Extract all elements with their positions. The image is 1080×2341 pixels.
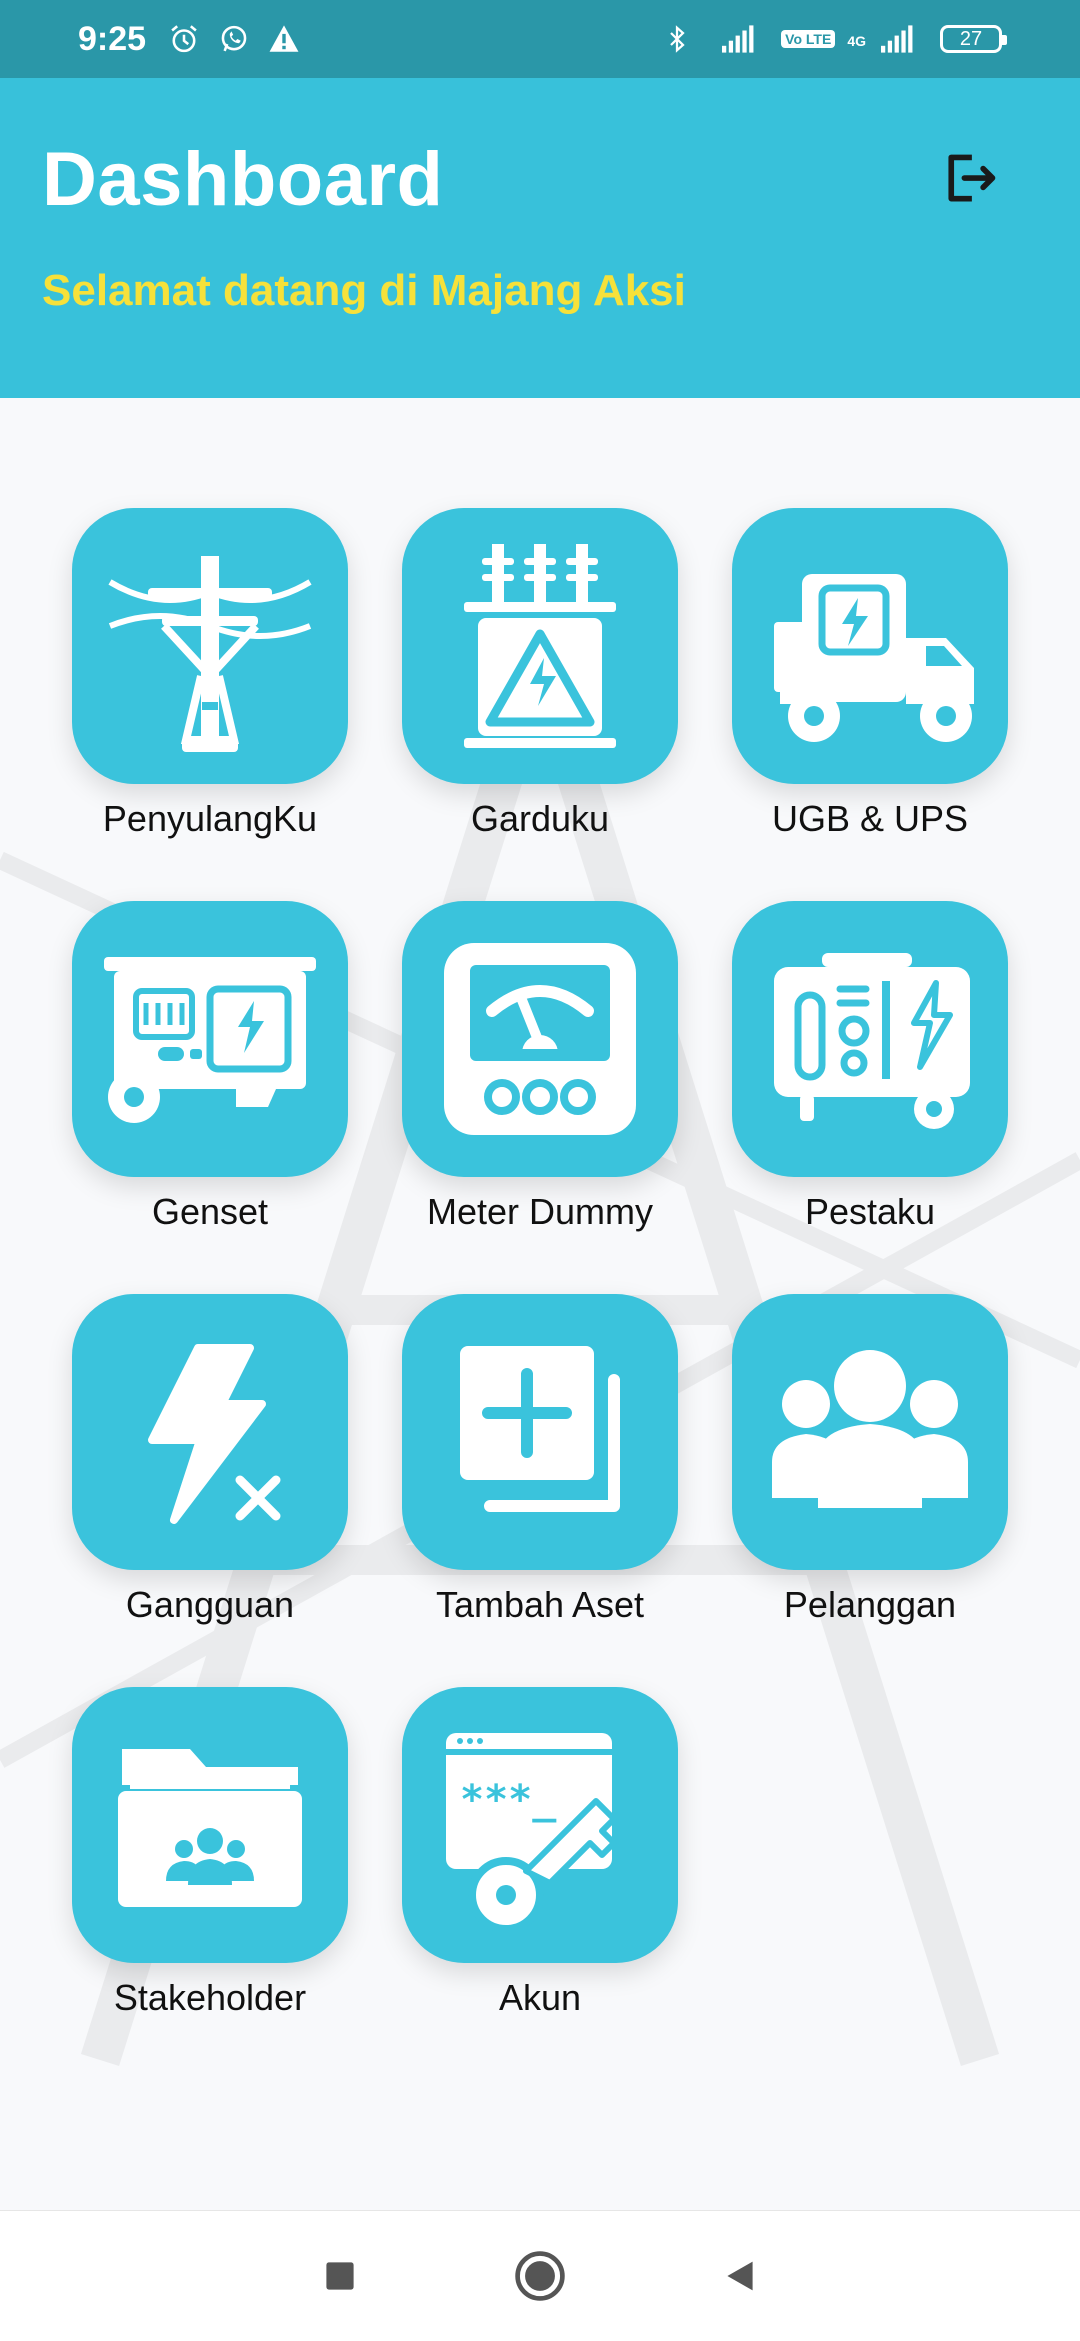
home-circle-icon (515, 2251, 565, 2301)
menu-item-label: Pestaku (804, 1191, 936, 1232)
alarm-icon (164, 19, 204, 59)
battery-indicator: 27 (940, 25, 1007, 53)
menu-item-label: Tambah Aset (435, 1584, 645, 1625)
svg-text:***_: ***_ (460, 1777, 557, 1823)
volte-badge: Vo LTE (781, 30, 836, 48)
menu-item-penyulangku[interactable]: PenyulangKu (72, 508, 348, 901)
menu-item-ugb-ups[interactable]: UGB & UPS (732, 508, 1008, 901)
battery-level: 27 (959, 27, 983, 50)
welcome-subtitle: Selamat datang di Majang Aksi (42, 266, 686, 315)
transformer-icon (464, 544, 616, 748)
signal-icon (719, 19, 759, 59)
menu-grid: PenyulangKu Garduku UGB & UPS Genset Met… (72, 508, 1008, 2080)
menu-item-pestaku[interactable]: Pestaku (732, 901, 1008, 1294)
power-pole-icon (108, 556, 312, 752)
menu-item-label: PenyulangKu (102, 798, 318, 839)
logout-button[interactable] (938, 146, 1002, 210)
bluetooth-icon (657, 19, 697, 59)
warning-icon (264, 19, 304, 59)
signal-icon (878, 19, 918, 59)
menu-item-garduku[interactable]: Garduku (402, 508, 678, 901)
power-outage-icon (148, 1344, 281, 1524)
menu-item-label: Pelanggan (783, 1584, 957, 1625)
status-time: 9:25 (78, 19, 147, 58)
mobile-generator-icon (774, 953, 970, 1129)
menu-item-meter-dummy[interactable]: Meter Dummy (402, 901, 678, 1294)
add-asset-icon (460, 1346, 620, 1512)
system-nav-bar (0, 2210, 1080, 2341)
back-triangle-icon (727, 2261, 753, 2291)
menu-item-gangguan[interactable]: Gangguan (72, 1294, 348, 1687)
status-bar: 9:25 Vo LTE 4G 27 (0, 0, 1080, 78)
menu-item-pelanggan[interactable]: Pelanggan (732, 1294, 1008, 1687)
menu-item-label: Genset (151, 1191, 269, 1232)
whatsapp-icon (214, 19, 254, 59)
back-button[interactable] (710, 2246, 770, 2306)
menu-item-label: UGB & UPS (771, 798, 969, 839)
menu-item-akun[interactable]: ***_ Akun (402, 1687, 678, 2080)
power-truck-icon (774, 574, 974, 742)
recents-button[interactable] (310, 2246, 370, 2306)
logout-icon (948, 154, 996, 202)
menu-item-stakeholder[interactable]: Stakeholder (72, 1687, 348, 2080)
menu-item-label: Meter Dummy (426, 1191, 654, 1232)
meter-icon (444, 943, 636, 1135)
generator-icon (104, 957, 316, 1123)
stakeholder-folder-icon (118, 1749, 302, 1907)
home-button[interactable] (510, 2246, 570, 2306)
menu-item-label: Akun (498, 1977, 582, 2018)
network-type: 4G (847, 33, 866, 49)
menu-item-label: Garduku (470, 798, 610, 839)
page-title: Dashboard (42, 137, 444, 222)
menu-item-label: Gangguan (125, 1584, 295, 1625)
menu-item-tambah-aset[interactable]: Tambah Aset (402, 1294, 678, 1687)
menu-item-genset[interactable]: Genset (72, 901, 348, 1294)
recents-square-icon (326, 2262, 354, 2290)
menu-item-label: Stakeholder (113, 1977, 307, 2018)
account-key-icon: ***_ (446, 1733, 617, 1933)
dashboard-header: Dashboard Selamat datang di Majang Aksi (0, 78, 1080, 398)
customers-icon (772, 1350, 968, 1508)
